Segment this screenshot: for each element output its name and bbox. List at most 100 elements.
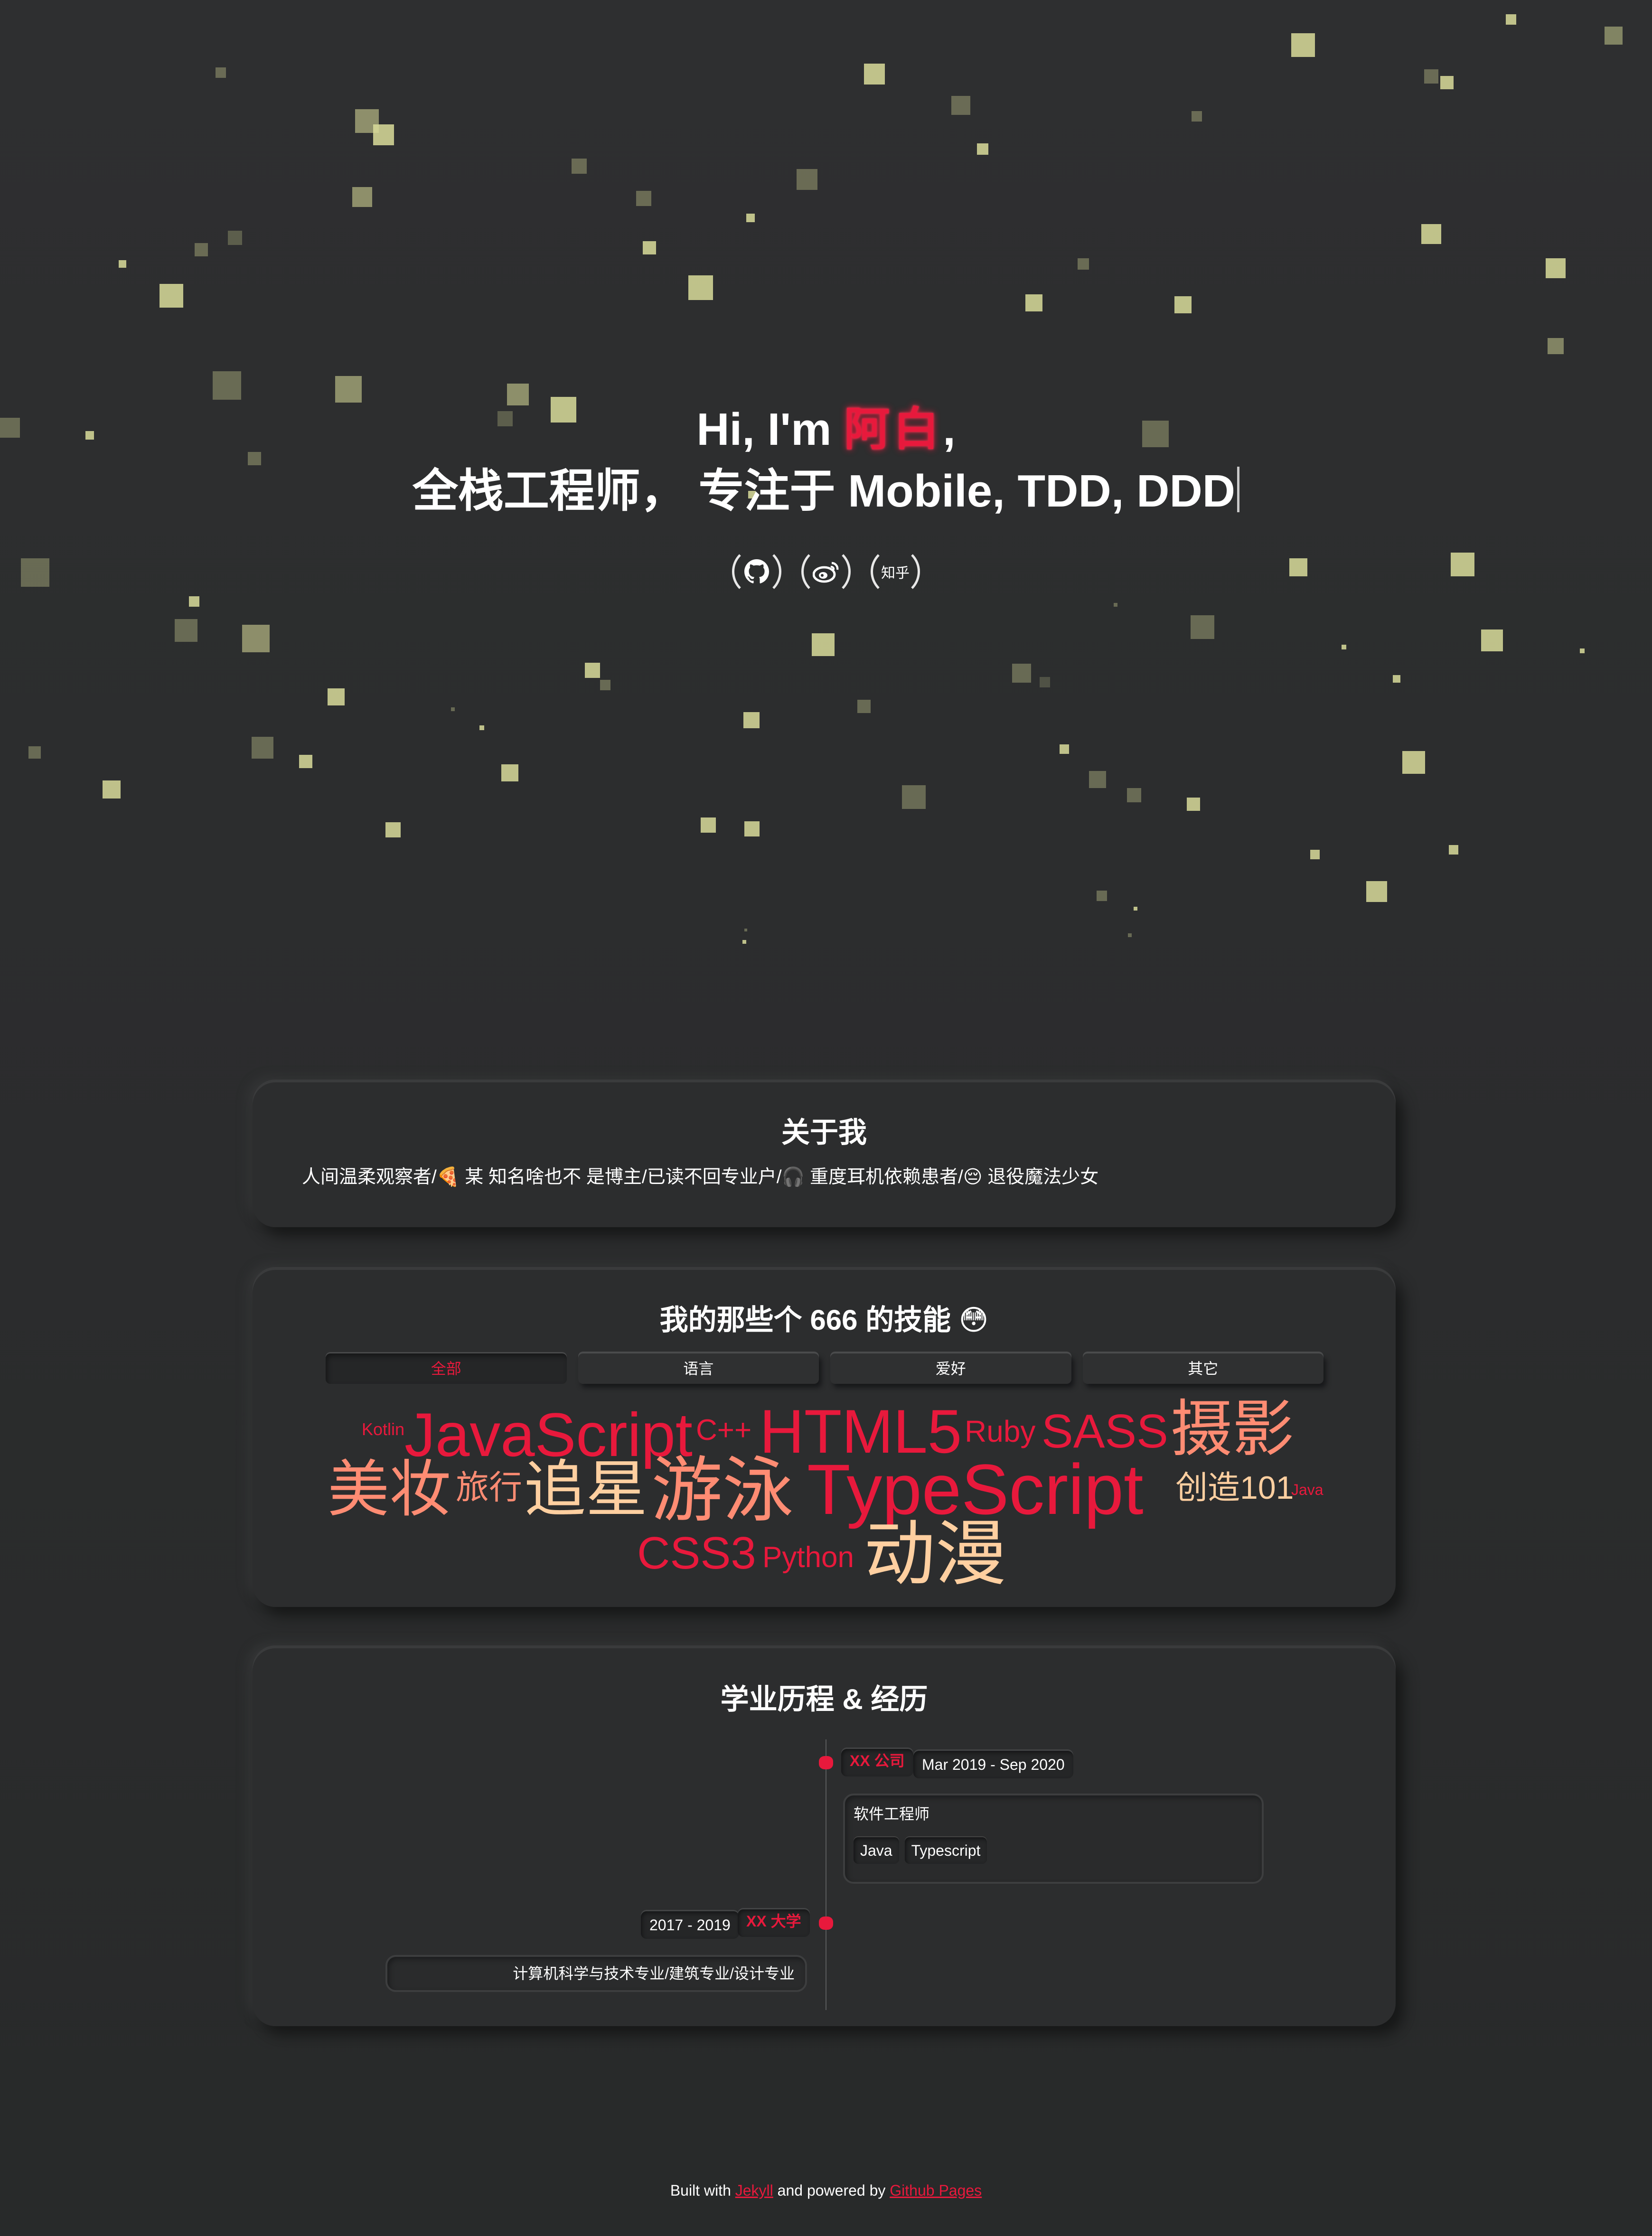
decorative-square	[600, 680, 610, 690]
about-card: 关于我 人间温柔观察者/🍕 某 知名啥也不 是博主/已读不回专业户/🎧 重度耳机…	[253, 1082, 1396, 1227]
timeline-org: XX 大学	[738, 1909, 810, 1937]
jekyll-link[interactable]: Jekyll	[735, 2182, 773, 2199]
footer: Built with Jekyll and powered by Github …	[0, 2182, 1652, 2199]
decorative-square	[1187, 798, 1200, 811]
timeline-tags: Java Typescript	[854, 1837, 993, 1864]
decorative-square	[1342, 645, 1346, 649]
decorative-square	[1192, 111, 1202, 122]
github-pages-link[interactable]: Github Pages	[890, 2182, 982, 2199]
decorative-square	[743, 712, 760, 728]
decorative-square	[451, 707, 455, 711]
hero-intro-line: 全栈工程师， 专注于 Mobile, TDD, DDD	[0, 460, 1652, 522]
decorative-square	[1424, 69, 1438, 84]
skill-word[interactable]: 旅行	[456, 1471, 522, 1504]
decorative-square	[1078, 258, 1089, 270]
footer-powered: and powered by	[777, 2182, 886, 2199]
github-icon	[744, 559, 769, 583]
skill-word[interactable]: Ruby	[965, 1416, 1035, 1447]
skill-word[interactable]: SASS	[1042, 1408, 1168, 1455]
decorative-square	[119, 260, 126, 268]
decorative-square	[328, 688, 345, 705]
decorative-square	[352, 187, 372, 207]
zhihu-link[interactable]: 知乎	[871, 547, 920, 596]
decorative-square	[103, 780, 121, 799]
hero-name: 阿白	[844, 404, 943, 455]
weibo-link[interactable]	[801, 547, 851, 596]
decorative-square	[1291, 33, 1315, 57]
decorative-square	[1191, 615, 1214, 639]
decorative-square	[688, 275, 713, 300]
skill-word[interactable]: 动漫	[864, 1518, 1006, 1589]
decorative-square	[744, 821, 760, 836]
decorative-square	[252, 737, 273, 759]
skill-word[interactable]: 游泳	[651, 1455, 794, 1526]
decorative-square	[744, 929, 747, 931]
decorative-square	[746, 214, 755, 222]
decorative-square	[1012, 664, 1031, 683]
decorative-square	[951, 96, 970, 115]
decorative-square	[1421, 224, 1441, 244]
timeline-date: 2017 - 2019	[641, 1911, 739, 1939]
decorative-square	[299, 755, 312, 768]
hero-greeting-line: Hi, I'm 阿白,	[0, 399, 1652, 460]
skill-word[interactable]: Java	[1291, 1482, 1323, 1497]
skill-word[interactable]: 追星	[524, 1458, 648, 1520]
zhihu-icon: 知乎	[881, 565, 910, 581]
skills-card: 我的那些个 666 的技能 😳 全部 语言 爱好 其它 Kotlin JavaSc…	[253, 1270, 1396, 1607]
decorative-square	[28, 746, 41, 759]
skill-word[interactable]: C++	[696, 1416, 751, 1445]
decorative-square	[213, 371, 241, 400]
skill-word[interactable]: Python	[762, 1543, 854, 1572]
decorative-square	[216, 67, 226, 78]
decorative-square	[1548, 338, 1564, 354]
decorative-square	[742, 940, 746, 944]
decorative-square	[1097, 891, 1107, 901]
decorative-square	[812, 633, 835, 656]
decorative-square	[636, 191, 651, 206]
skill-word[interactable]: CSS3	[637, 1531, 756, 1576]
decorative-square	[175, 619, 197, 642]
skill-word[interactable]: 摄影	[1171, 1398, 1294, 1460]
timeline-description: 计算机科学与技术专业/建筑专业/设计专业	[513, 1965, 795, 1982]
decorative-square	[1506, 14, 1516, 25]
hero-greeting: Hi, I'm	[696, 404, 845, 455]
decorative-square	[864, 64, 885, 85]
decorative-square	[1060, 744, 1069, 754]
github-link[interactable]	[732, 547, 781, 596]
timeline-marker	[819, 1756, 833, 1769]
decorative-square	[1089, 771, 1106, 788]
decorative-square	[160, 284, 183, 308]
timeline-date: Mar 2019 - Sep 2020	[913, 1751, 1073, 1778]
timeline-role: 软件工程师	[854, 1805, 930, 1823]
timeline-entry-box: 软件工程师 Java Typescript	[843, 1794, 1264, 1884]
decorative-square	[1310, 850, 1320, 859]
decorative-square	[797, 169, 817, 190]
skill-chip: Typescript	[904, 1837, 987, 1864]
skill-word[interactable]: Kotlin	[362, 1421, 404, 1438]
decorative-square	[1402, 751, 1425, 774]
decorative-square	[479, 725, 484, 730]
decorative-square	[1440, 76, 1454, 89]
decorative-square	[1366, 881, 1387, 902]
decorative-square	[1174, 296, 1192, 313]
decorative-square	[1605, 27, 1623, 45]
social-links: 知乎	[0, 547, 1652, 596]
skill-word[interactable]: 美妆	[328, 1458, 451, 1520]
decorative-square	[1128, 933, 1132, 937]
decorative-square	[977, 143, 988, 155]
decorative-square	[902, 785, 926, 809]
decorative-square	[195, 243, 208, 256]
timeline-org: XX 公司	[841, 1749, 913, 1776]
decorative-square	[228, 231, 242, 245]
decorative-square	[1040, 677, 1050, 687]
hero-comma: ,	[943, 404, 956, 455]
timeline-title: 学业历程 & 经历	[720, 1683, 928, 1715]
decorative-square	[585, 663, 600, 678]
skill-word[interactable]: 创造101	[1175, 1472, 1294, 1504]
decorative-square	[572, 159, 587, 174]
decorative-square	[701, 817, 716, 833]
decorative-square	[1449, 845, 1458, 855]
typing-cursor	[1237, 467, 1240, 512]
decorative-square	[242, 625, 270, 652]
decorative-square	[501, 764, 518, 781]
